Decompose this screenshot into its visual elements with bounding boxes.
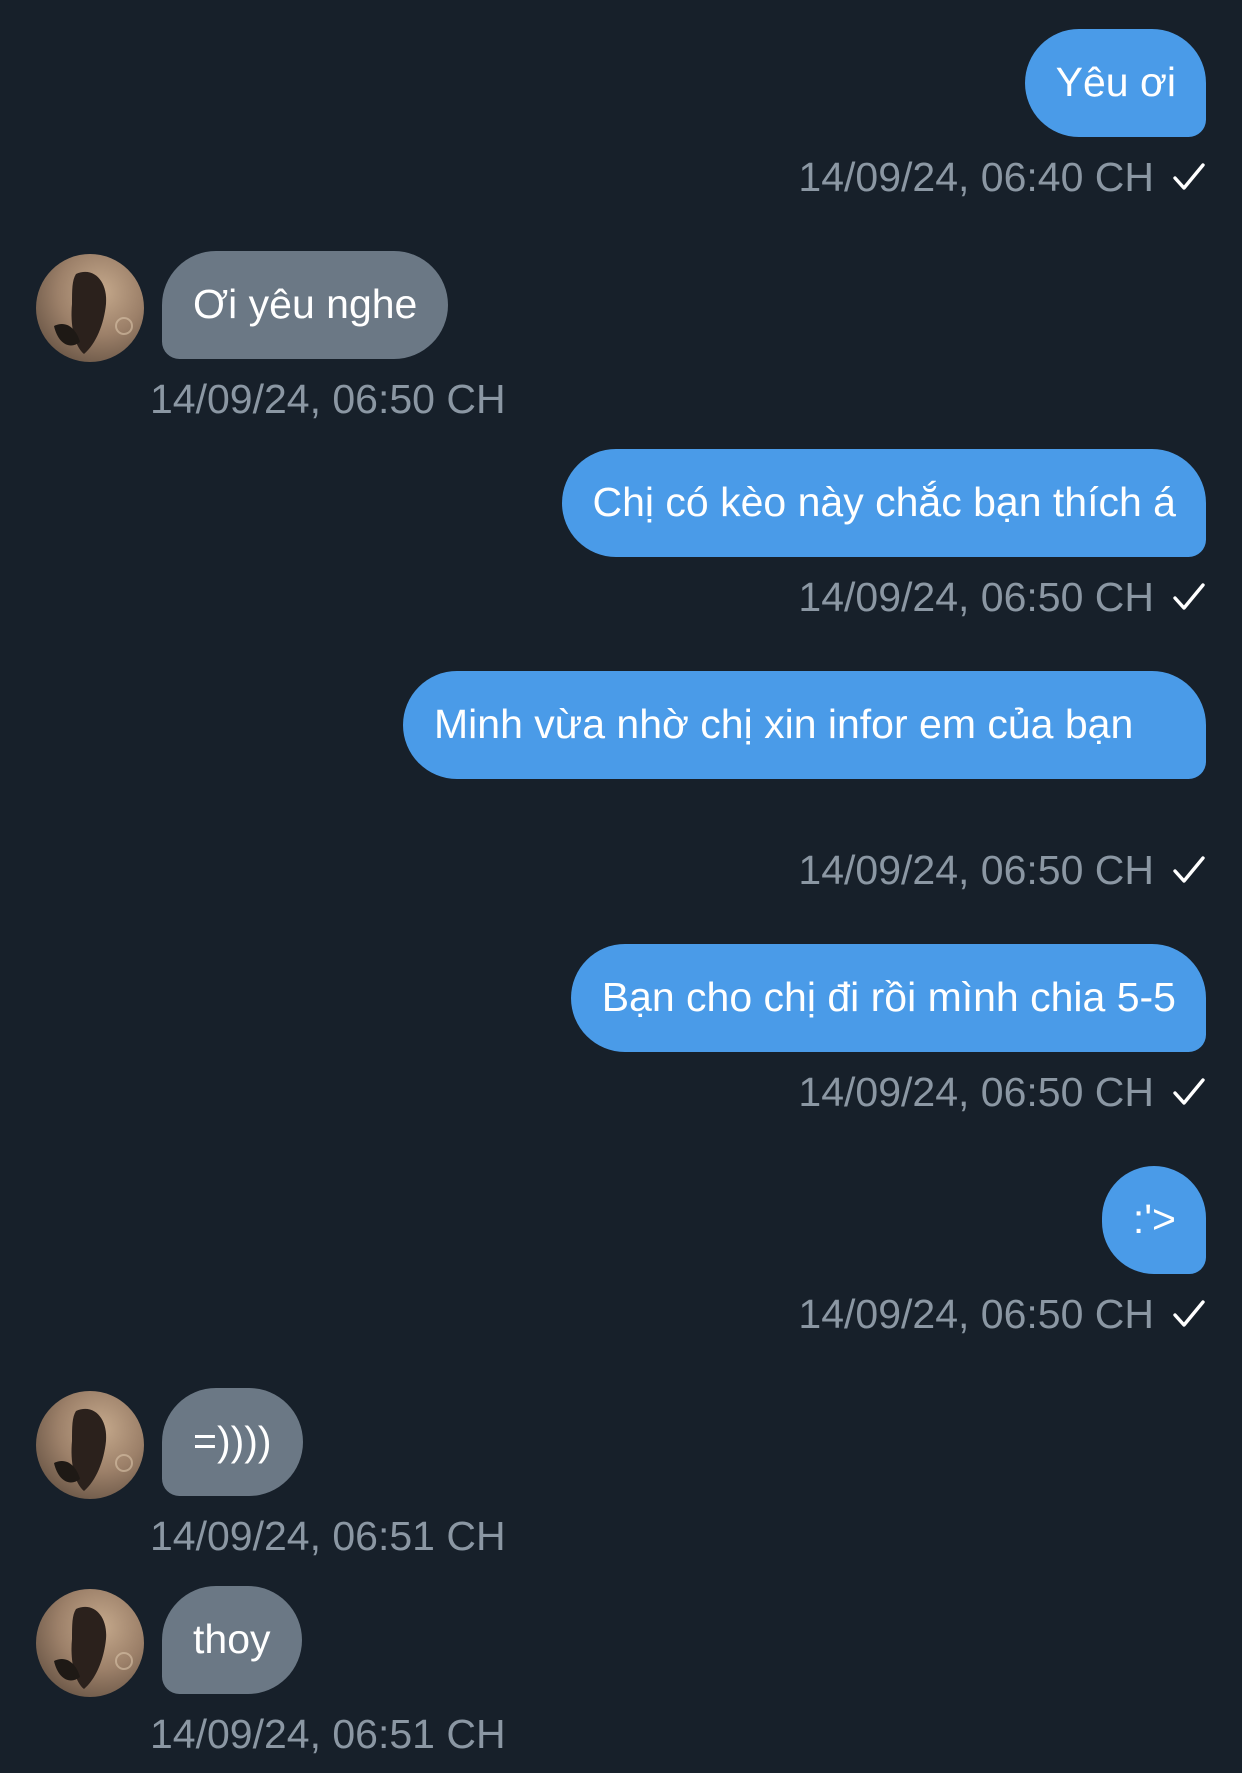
outgoing-message-bubble[interactable]: Chị có kèo này chắc bạn thích á — [561, 449, 1206, 557]
message-timestamp: 14/09/24, 06:40 CH — [798, 152, 1206, 202]
outgoing-message-bubble[interactable]: Yêu ơi — [1024, 29, 1206, 137]
message-timestamp: 14/09/24, 06:50 CH — [798, 572, 1206, 622]
message-timestamp: 14/09/24, 06:50 CH — [798, 1067, 1206, 1117]
message-text: Yêu ơi — [1055, 59, 1176, 105]
incoming-message-bubble[interactable]: Ơi yêu nghe — [162, 251, 449, 359]
contact-avatar[interactable] — [36, 1589, 144, 1697]
check-icon — [1173, 583, 1205, 610]
contact-avatar[interactable] — [36, 1391, 144, 1499]
message-text: =)))) — [193, 1418, 272, 1464]
incoming-message-bubble[interactable]: =)))) — [162, 1388, 303, 1496]
message-timestamp: 14/09/24, 06:51 CH — [150, 1711, 506, 1757]
message-text: Minh vừa nhờ chị xin infor em của bạn — [434, 701, 1134, 747]
message-timestamp: 14/09/24, 06:51 CH — [150, 1513, 506, 1559]
outgoing-message-bubble[interactable]: Minh vừa nhờ chị xin infor em của bạn — [403, 671, 1206, 779]
message-timestamp: 14/09/24, 06:50 CH — [798, 1289, 1206, 1339]
check-icon — [1173, 1078, 1205, 1105]
message-thread[interactable]: Yêu ơi 14/09/24, 06:40 CH Ơi yêu nghe 14… — [0, 0, 1242, 1773]
message-text: Bạn cho chị đi rồi mình chia 5-5 — [601, 974, 1176, 1020]
check-icon — [1173, 163, 1205, 190]
message-text: Ơi yêu nghe — [193, 281, 418, 327]
check-icon — [1173, 856, 1205, 883]
message-text: Chị có kèo này chắc bạn thích á — [592, 479, 1176, 525]
outgoing-message-bubble[interactable]: :'> — [1101, 1166, 1206, 1274]
message-text: thoy — [193, 1616, 271, 1662]
contact-avatar[interactable] — [36, 254, 144, 362]
message-timestamp: 14/09/24, 06:50 CH — [798, 845, 1206, 895]
check-icon — [1173, 1300, 1205, 1327]
message-timestamp: 14/09/24, 06:50 CH — [150, 376, 506, 422]
incoming-message-bubble[interactable]: thoy — [162, 1586, 302, 1694]
outgoing-message-bubble[interactable]: Bạn cho chị đi rồi mình chia 5-5 — [570, 944, 1206, 1052]
message-text: :'> — [1132, 1196, 1176, 1242]
